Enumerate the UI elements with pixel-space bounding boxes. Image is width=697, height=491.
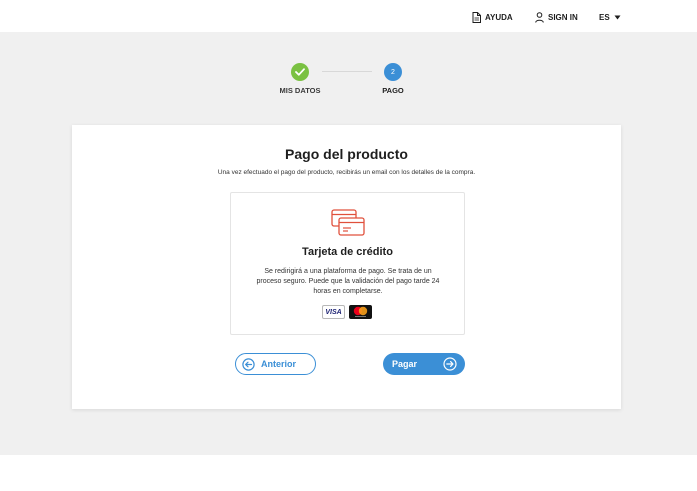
sign-in-link[interactable]: SIGN IN xyxy=(535,10,578,24)
step-label-pago: PAGO xyxy=(382,86,404,95)
language-label: ES xyxy=(599,12,610,22)
credit-card-icon xyxy=(331,209,365,236)
step-mis-datos-completed xyxy=(291,63,309,81)
step-label-mis-datos: MIS DATOS xyxy=(279,86,321,95)
credit-card-option[interactable]: Tarjeta de crédito Se redirigirá a una p… xyxy=(230,192,465,335)
top-bar: AYUDA SIGN IN ES xyxy=(0,0,697,32)
step-pago-active: 2 xyxy=(384,63,402,81)
arrow-right-circle-icon xyxy=(443,357,457,371)
payment-method-title: Tarjeta de crédito xyxy=(302,246,393,258)
visa-logo: VISA xyxy=(322,305,345,319)
previous-button-label: Anterior xyxy=(261,359,297,369)
checkout-stepper: 2 MIS DATOS PAGO xyxy=(0,62,697,102)
step-number: 2 xyxy=(391,68,395,76)
document-icon xyxy=(472,11,481,23)
language-selector[interactable]: ES xyxy=(599,10,621,24)
payment-method-description: Se redirigirá a una plataforma de pago. … xyxy=(256,268,440,295)
footer xyxy=(0,455,697,491)
page-title: Pago del producto xyxy=(285,146,408,162)
check-icon xyxy=(295,68,305,76)
caret-down-icon xyxy=(614,15,621,19)
previous-button[interactable]: Anterior xyxy=(235,353,316,375)
user-icon xyxy=(535,11,544,23)
sign-in-label: SIGN IN xyxy=(548,12,578,22)
mastercard-circles-icon xyxy=(353,306,368,317)
mastercard-logo xyxy=(349,305,372,319)
page-subtitle: Una vez efectuado el pago del producto, … xyxy=(217,169,476,176)
step-connector xyxy=(322,71,372,72)
arrow-left-circle-icon xyxy=(242,357,255,371)
help-link[interactable]: AYUDA xyxy=(472,10,513,24)
help-label: AYUDA xyxy=(485,12,513,22)
pay-button-label: Pagar xyxy=(392,359,418,369)
pay-button[interactable]: Pagar xyxy=(383,353,465,375)
card-brand-logos: VISA xyxy=(322,305,372,319)
payment-card: Pago del producto Una vez efectuado el p… xyxy=(72,125,621,409)
